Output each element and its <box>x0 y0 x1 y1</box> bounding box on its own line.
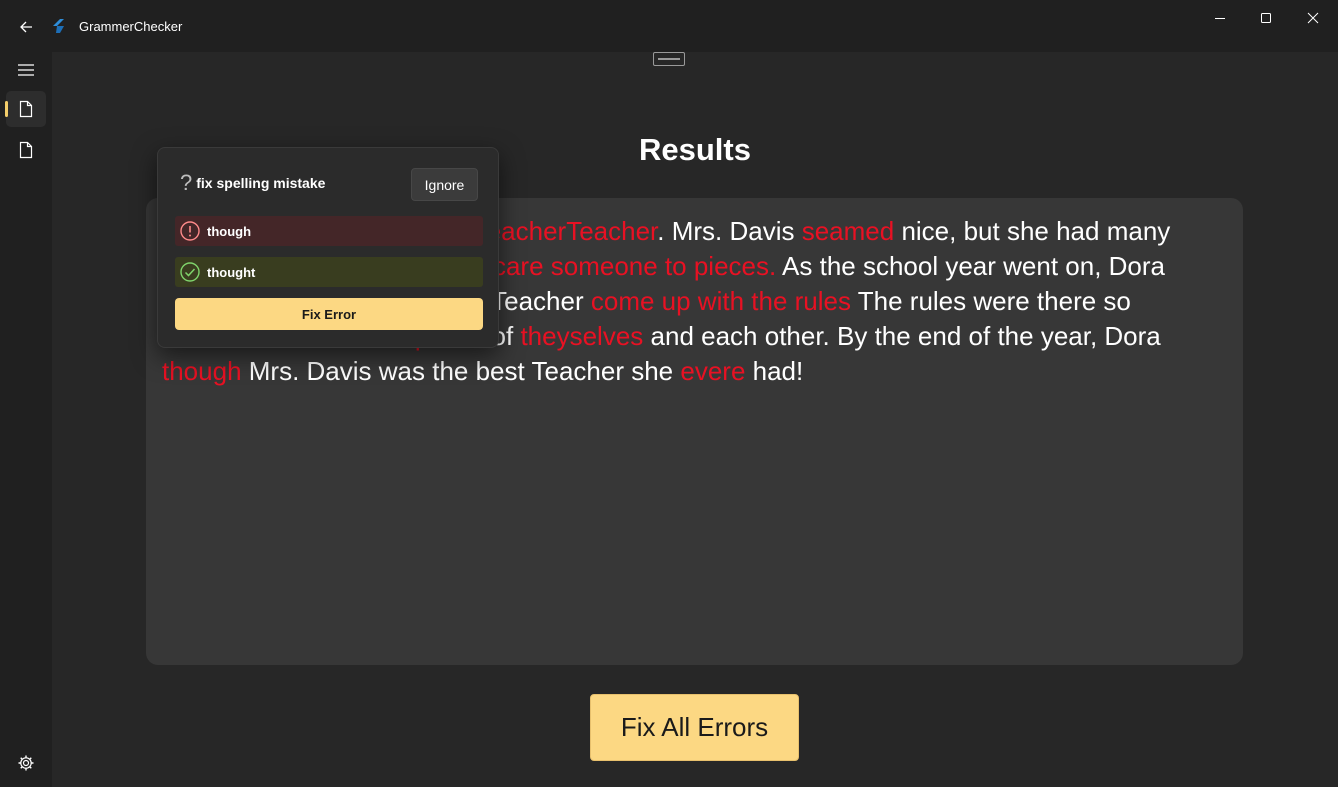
original-word: though <box>207 223 252 239</box>
app-title: GrammerChecker <box>79 19 183 34</box>
fix-all-errors-button[interactable]: Fix All Errors <box>590 694 799 761</box>
ignore-button[interactable]: Ignore <box>411 168 478 201</box>
document-icon <box>19 141 33 159</box>
text-segment: . Mrs. Davis <box>657 216 802 246</box>
maximize-button[interactable] <box>1243 0 1289 36</box>
title-bar: GrammerChecker <box>0 0 1338 52</box>
text-segment: and each other. By the end of the year, … <box>643 321 1161 351</box>
error-word[interactable]: Scare someone to pieces. <box>476 251 777 281</box>
nav-item-document-2[interactable] <box>6 132 46 168</box>
suggestion-flyout: ? fix spelling mistake Ignore though tho… <box>157 147 499 348</box>
error-word[interactable]: seamed <box>802 216 895 246</box>
error-word[interactable]: theyselves <box>520 321 643 351</box>
gear-icon <box>18 755 34 771</box>
settings-button[interactable] <box>6 745 46 781</box>
maximize-icon <box>1261 13 1271 23</box>
checkmark-circle-icon <box>180 262 200 282</box>
close-icon <box>1307 12 1319 24</box>
text-segment: had! <box>745 356 804 386</box>
back-arrow-icon <box>20 21 32 33</box>
minimize-button[interactable] <box>1197 0 1243 36</box>
nav-rail <box>0 52 52 787</box>
hamburger-menu-icon <box>18 64 34 76</box>
error-word[interactable]: TeacherTeacher <box>474 216 658 246</box>
fix-error-button[interactable]: Fix Error <box>175 298 483 330</box>
back-button[interactable] <box>12 14 40 40</box>
suggestion-row[interactable]: thought <box>175 257 483 287</box>
menu-button[interactable] <box>6 52 46 88</box>
flyout-header: ? fix spelling mistake <box>180 172 325 194</box>
minimize-icon <box>1215 18 1225 19</box>
error-circle-icon <box>180 221 200 241</box>
question-icon: ? <box>180 170 193 195</box>
close-button[interactable] <box>1290 0 1336 36</box>
error-word[interactable]: come up with the rules <box>591 286 851 316</box>
suggested-word: thought <box>207 264 256 280</box>
original-word-row: though <box>175 216 483 246</box>
document-icon <box>19 100 33 118</box>
nav-item-document-1[interactable] <box>5 91 46 127</box>
app-logo-icon <box>53 19 64 33</box>
selection-indicator <box>5 101 8 117</box>
error-word[interactable]: though <box>162 356 242 386</box>
text-segment: Mrs. Davis was the best Teacher she <box>241 356 681 386</box>
drag-handle[interactable] <box>653 52 685 66</box>
flyout-title: fix spelling mistake <box>196 175 326 191</box>
error-word[interactable]: evere <box>680 356 745 386</box>
